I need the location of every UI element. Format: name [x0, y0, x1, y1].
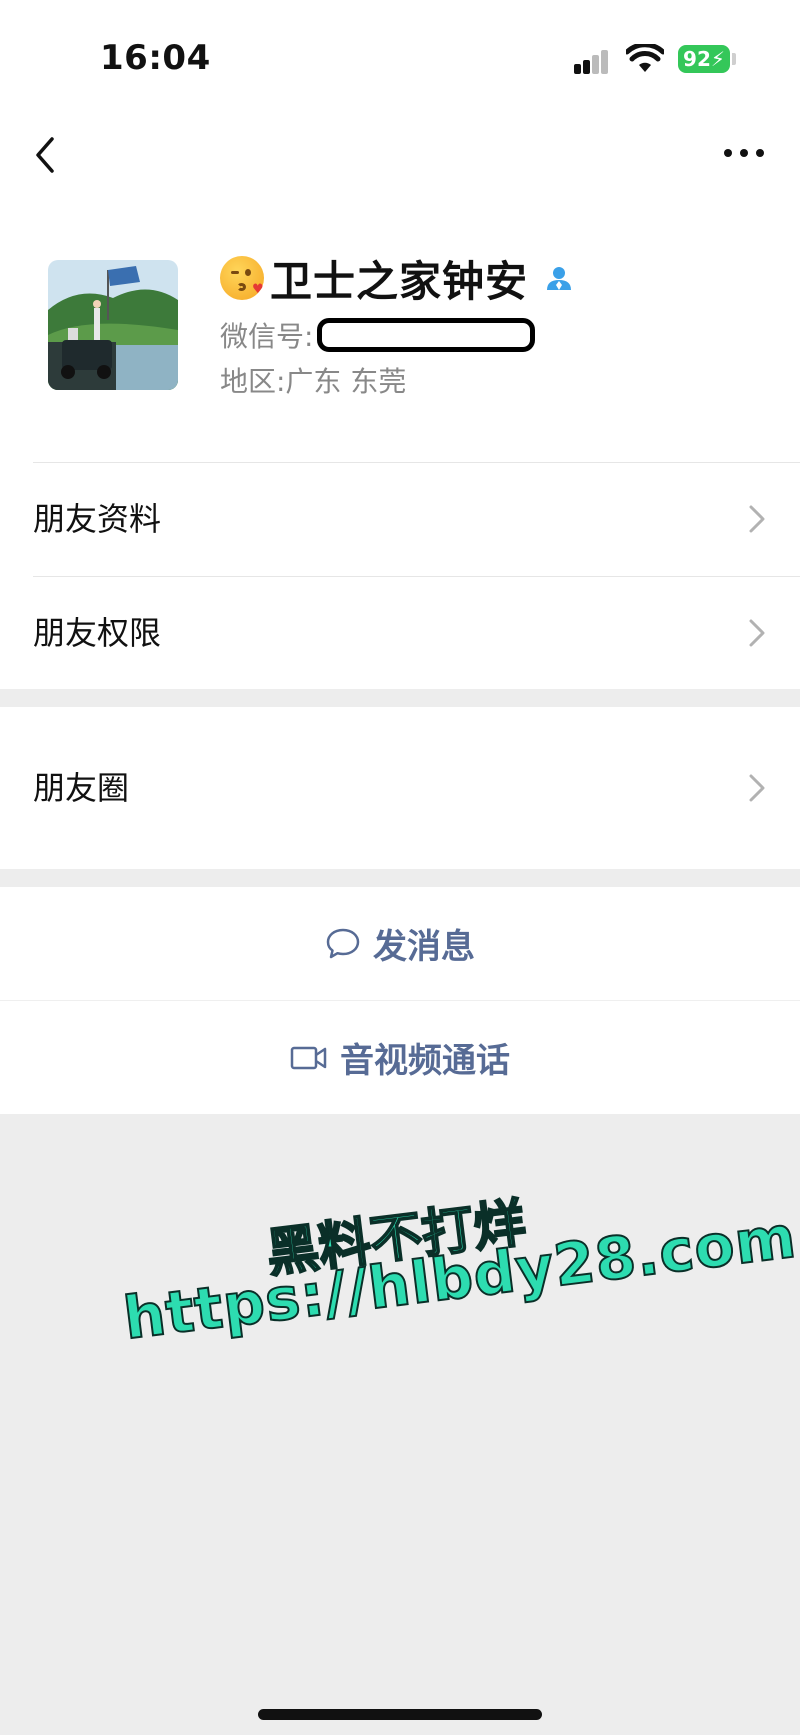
avatar[interactable]	[48, 260, 178, 390]
region-text: 地区:广东 东莞	[220, 365, 407, 398]
send-message-button[interactable]: 发消息	[0, 887, 800, 1000]
wechat-id-row: 微信号:	[220, 315, 536, 355]
wifi-icon	[626, 44, 664, 72]
chevron-right-icon	[749, 505, 765, 533]
chevron-right-icon	[749, 774, 765, 802]
menu-item-label: 朋友圈	[33, 769, 130, 807]
wechat-id-label: 微信号:	[220, 320, 314, 353]
chat-bubble-icon	[326, 928, 360, 958]
home-indicator	[258, 1709, 542, 1720]
av-call-label: 音视频通话	[340, 1041, 510, 1081]
section-gap	[0, 869, 800, 887]
video-camera-icon	[290, 1046, 327, 1069]
kissing-face-icon: ♥	[220, 256, 264, 300]
menu-item-moments[interactable]: 朋友圈	[0, 707, 800, 869]
chevron-left-icon[interactable]	[30, 135, 64, 175]
ellipsis-icon[interactable]	[722, 145, 766, 161]
menu-item-friend-info[interactable]: 朋友资料	[0, 463, 800, 575]
send-message-label: 发消息	[373, 927, 475, 967]
battery-level: 92	[683, 47, 711, 71]
chevron-right-icon	[749, 619, 765, 647]
contact-person-icon	[547, 267, 572, 290]
menu-item-friend-permissions[interactable]: 朋友权限	[0, 577, 800, 689]
redacted-wechat-id	[317, 318, 536, 352]
nickname-row: ♥ 卫士之家钟安	[220, 250, 574, 306]
battery-nub	[732, 53, 736, 65]
signal-icon	[574, 48, 618, 74]
contact-nickname: 卫士之家钟安	[270, 256, 529, 306]
av-call-button[interactable]: 音视频通话	[0, 1001, 800, 1114]
battery-indicator: 92⚡	[678, 45, 730, 73]
menu-item-label: 朋友权限	[33, 614, 162, 652]
menu-item-label: 朋友资料	[33, 500, 162, 538]
status-bar: 16:04 92⚡	[0, 0, 800, 110]
charging-icon: ⚡	[710, 47, 725, 71]
section-gap	[0, 689, 800, 707]
status-time: 16:04	[100, 38, 211, 78]
